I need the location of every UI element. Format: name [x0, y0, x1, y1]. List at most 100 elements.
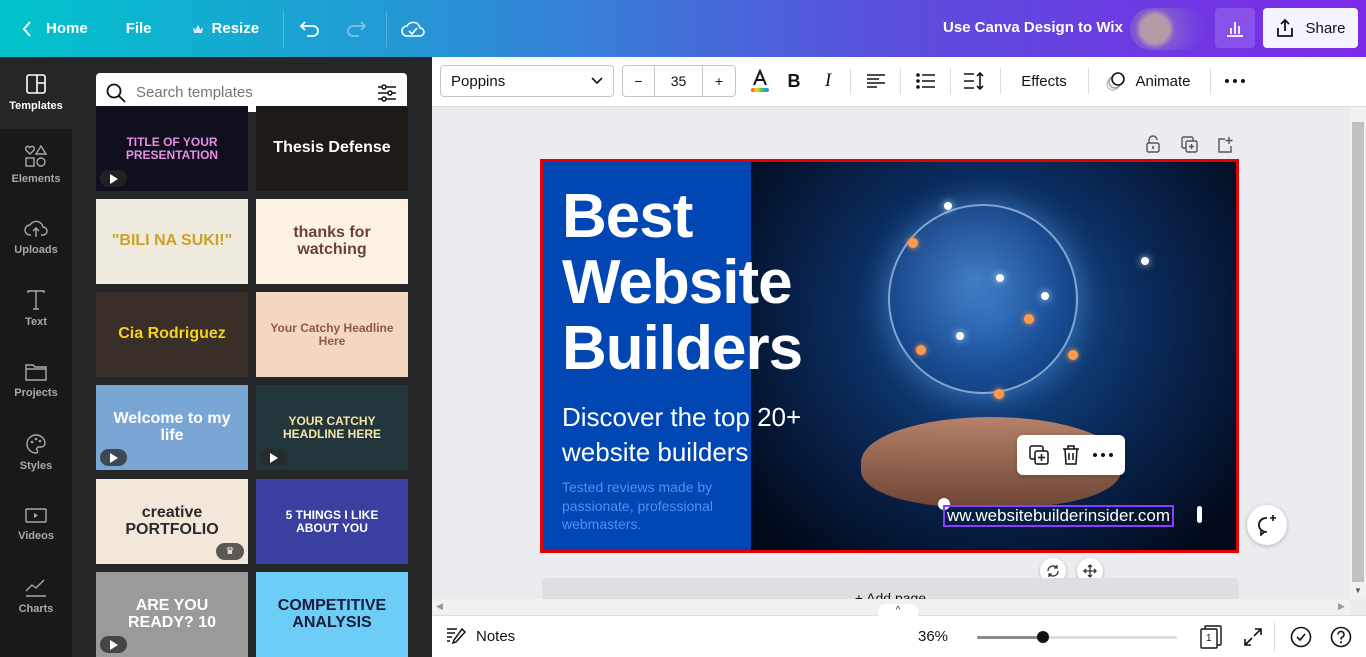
selection-handle-right[interactable]: [1197, 506, 1202, 523]
scroll-left-arrow-icon[interactable]: ◀: [436, 601, 443, 612]
lock-page-button[interactable]: [1143, 134, 1163, 154]
design-slide[interactable]: Best Website Builders Discover the top 2…: [540, 159, 1239, 553]
font-size-input[interactable]: 35: [655, 66, 703, 96]
text-color-button[interactable]: [748, 65, 772, 97]
slide-subheading[interactable]: Discover the top 20+ website builders: [562, 400, 801, 470]
effects-button[interactable]: Effects: [1010, 65, 1078, 97]
add-comment-button[interactable]: [1247, 505, 1287, 545]
text-color-icon: [750, 69, 770, 93]
animate-button[interactable]: Animate: [1100, 65, 1196, 97]
increase-font-size-button[interactable]: +: [703, 66, 735, 96]
template-thumbnail[interactable]: thanks for watching: [256, 199, 408, 284]
upload-cloud-icon: [24, 218, 48, 238]
italic-button[interactable]: I: [818, 65, 838, 97]
decrease-font-size-button[interactable]: −: [623, 66, 655, 96]
duplicate-icon: [1180, 135, 1198, 153]
template-thumbnail[interactable]: Welcome to my life: [96, 385, 248, 470]
share-label: Share: [1305, 19, 1346, 37]
zoom-slider-handle[interactable]: [1037, 631, 1049, 643]
page-count-button[interactable]: 1: [1200, 625, 1222, 649]
sidebar-item-uploads[interactable]: Uploads: [0, 201, 72, 273]
sidebar-item-videos[interactable]: Videos: [0, 489, 72, 561]
headline-line: Builders: [562, 314, 803, 383]
scroll-down-arrow-icon[interactable]: ▼: [1354, 586, 1362, 595]
play-video-icon: [100, 449, 127, 466]
divider: [1088, 68, 1089, 94]
tagline-line: webmasters.: [562, 516, 642, 532]
file-menu-button[interactable]: File: [116, 9, 162, 49]
scroll-right-arrow-icon[interactable]: ▶: [1338, 601, 1345, 612]
template-thumbnail[interactable]: Cia Rodriguez: [96, 292, 248, 377]
tagline-line: passionate, professional: [562, 497, 713, 514]
spacing-button[interactable]: [962, 65, 986, 97]
more-options-button[interactable]: [1222, 65, 1248, 97]
help-button[interactable]: [1330, 626, 1352, 648]
resize-button[interactable]: Resize: [182, 9, 270, 49]
bold-button[interactable]: B: [784, 65, 804, 97]
selected-url-textbox[interactable]: ww.websitebuilderinsider.com: [943, 505, 1174, 527]
zoom-percent[interactable]: 36%: [918, 628, 948, 645]
undo-button[interactable]: [292, 11, 328, 47]
sidebar-item-projects[interactable]: Projects: [0, 345, 72, 417]
bottom-bar: [432, 615, 1366, 657]
list-button[interactable]: [914, 65, 938, 97]
notes-button[interactable]: Notes: [446, 627, 515, 645]
filter-icon[interactable]: [377, 83, 397, 102]
more-icon[interactable]: [1092, 453, 1113, 457]
file-label: File: [125, 20, 152, 37]
sidebar-item-charts[interactable]: Charts: [0, 561, 72, 633]
sidebar-item-styles[interactable]: Styles: [0, 417, 72, 489]
check-design-button[interactable]: [1290, 626, 1312, 648]
slide-headline[interactable]: Best Website Builders: [562, 184, 803, 383]
help-icon: [1330, 626, 1352, 648]
template-thumbnail[interactable]: YOUR CATCHY HEADLINE HERE: [256, 385, 408, 470]
sidebar-item-label: Uploads: [14, 244, 58, 256]
align-button[interactable]: [864, 65, 888, 97]
template-thumbnail[interactable]: creative PORTFOLIO ♛: [96, 479, 248, 564]
folder-icon: [25, 363, 47, 381]
template-thumbnail[interactable]: Your Catchy Headline Here: [256, 292, 408, 377]
template-title: thanks for watching: [293, 223, 371, 258]
fullscreen-button[interactable]: [1243, 627, 1263, 647]
crown-icon: [192, 24, 204, 34]
redo-button[interactable]: [338, 11, 374, 47]
search-input[interactable]: [136, 84, 367, 101]
sidebar-item-text[interactable]: Text: [0, 273, 72, 345]
page-count: 1: [1206, 633, 1212, 644]
document-title[interactable]: Use Canva Design to Wix: [943, 19, 1123, 36]
duplicate-element-button[interactable]: [1029, 445, 1050, 465]
slide-tagline[interactable]: Tested reviews made by passionate, profe…: [562, 478, 762, 534]
template-thumbnail[interactable]: "BILI NA SUKI!": [96, 199, 248, 284]
divider: [950, 68, 951, 94]
insights-button[interactable]: [1215, 8, 1255, 48]
slide-globe-image[interactable]: [751, 162, 1236, 550]
vertical-scrollbar-thumb[interactable]: [1352, 122, 1364, 582]
sidebar-item-elements[interactable]: Elements: [0, 129, 72, 201]
template-thumbnail[interactable]: COMPETITIVE ANALYSIS: [256, 572, 408, 657]
sidebar-item-label: Text: [25, 316, 47, 328]
delete-element-button[interactable]: [1062, 445, 1080, 465]
more-icon: [1225, 79, 1245, 83]
template-thumbnail[interactable]: 5 THINGS I LIKE ABOUT YOU: [256, 479, 408, 564]
template-title: creative PORTFOLIO: [125, 503, 219, 538]
avatar[interactable]: [1130, 8, 1205, 50]
undo-icon: [299, 20, 321, 38]
duplicate-page-button[interactable]: [1179, 134, 1199, 154]
sidebar-item-label: Charts: [18, 603, 54, 615]
zoom-slider-fill: [977, 636, 1043, 639]
add-page-button-top[interactable]: [1215, 134, 1235, 154]
cloud-save-status[interactable]: [395, 11, 431, 47]
expand-pages-button[interactable]: ^: [878, 604, 918, 616]
font-family-dropdown[interactable]: Poppins: [440, 65, 614, 97]
template-thumbnail[interactable]: TITLE OF YOUR PRESENTATION: [96, 106, 248, 191]
share-button[interactable]: Share: [1263, 8, 1358, 48]
home-button[interactable]: Home: [12, 9, 98, 49]
sidebar-item-templates[interactable]: Templates: [0, 57, 72, 129]
chevron-down-icon: [591, 77, 603, 85]
share-upload-icon: [1275, 18, 1295, 38]
glow-dot: [1068, 350, 1078, 360]
template-thumbnail[interactable]: ARE YOU READY? 10: [96, 572, 248, 657]
glow-dot: [916, 345, 926, 355]
template-title: 5 THINGS I LIKE ABOUT YOU: [285, 507, 379, 535]
template-thumbnail[interactable]: Thesis Defense: [256, 106, 408, 191]
